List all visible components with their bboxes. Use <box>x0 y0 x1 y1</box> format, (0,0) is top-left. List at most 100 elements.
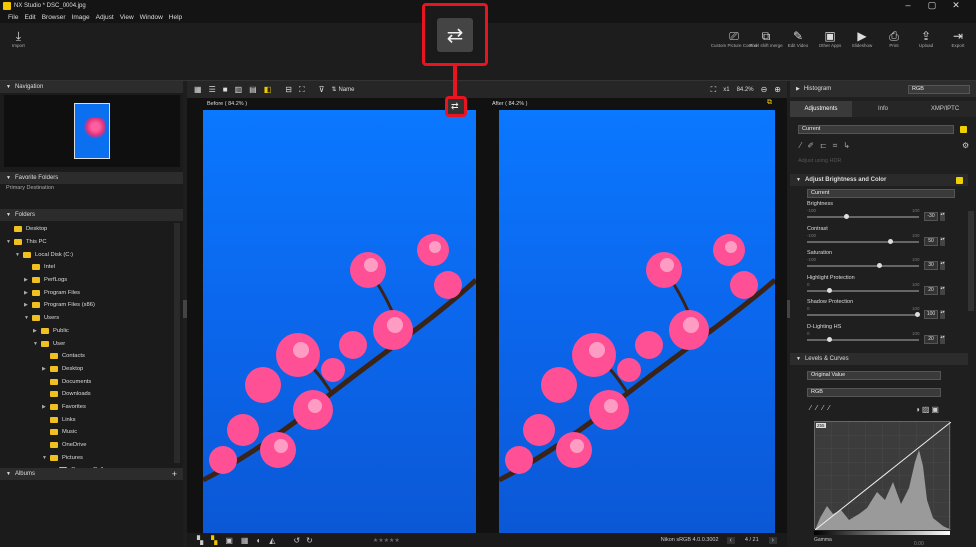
levels-curve-graph[interactable]: 255 <box>814 421 952 531</box>
sort-name[interactable]: Name <box>338 87 354 93</box>
slider-value[interactable]: -30 <box>924 212 938 221</box>
slider-knob[interactable] <box>915 312 920 317</box>
before-image[interactable] <box>203 110 476 533</box>
menu-image[interactable]: Image <box>72 14 90 21</box>
after-image[interactable] <box>499 110 775 533</box>
slider-track[interactable] <box>807 338 919 341</box>
folder-item[interactable]: Links <box>6 413 171 426</box>
expand-arrow-icon[interactable]: ▶ <box>24 290 32 296</box>
folder-item[interactable]: ▶ PerfLogs <box>6 274 171 287</box>
slider-knob[interactable] <box>887 238 893 244</box>
hdr-checkbox[interactable]: Adjust using HDR <box>798 158 841 164</box>
slider-track[interactable] <box>807 289 919 292</box>
folder-item[interactable]: ▼ Local Disk (C:) <box>6 248 171 261</box>
navigation-header[interactable]: ▼ Navigation <box>0 81 183 93</box>
folder-item[interactable]: Intel <box>6 261 171 274</box>
levels-preset-dropdown[interactable]: Original Value <box>807 371 941 380</box>
menu-adjust[interactable]: Adjust <box>96 14 114 21</box>
abc-preset-dropdown[interactable]: Current <box>807 189 955 198</box>
eyedropper-icons[interactable]: ⁄⁄⁄⁄ <box>810 405 835 412</box>
folder-item[interactable]: ▶ Public <box>6 325 171 338</box>
zoom-out-icon[interactable]: ⊖ <box>761 85 768 94</box>
slider-knob[interactable] <box>827 287 832 293</box>
primary-destination[interactable]: Primary Destination <box>6 185 54 191</box>
slider-track[interactable] <box>807 265 919 267</box>
fit-screen-icon[interactable]: ⛶ <box>711 85 717 95</box>
tab-info[interactable]: Info <box>852 101 914 117</box>
minimize-button[interactable]: – <box>896 0 920 11</box>
histogram-header[interactable]: ▶ Histogram RGB <box>790 81 976 97</box>
sort-icon[interactable]: ⇅ <box>331 86 336 93</box>
right-scrollbar[interactable] <box>968 211 974 311</box>
slider-stepper[interactable]: ▴▾ <box>940 285 945 295</box>
folder-item[interactable]: ▼ Users <box>6 312 171 325</box>
zoom-x1-button[interactable]: x1 <box>723 87 729 93</box>
toolbar-button-6[interactable]: ⇪ Upload <box>914 29 938 48</box>
folder-item[interactable]: Contacts <box>6 350 171 363</box>
levels-header[interactable]: ▼ Levels & Curves <box>790 353 968 365</box>
settings-gear-icon[interactable]: ⚙ <box>962 141 969 150</box>
left-panel-toggle[interactable] <box>183 300 187 318</box>
folder-item[interactable]: Documents <box>6 375 171 388</box>
tab-xmp[interactable]: XMP/IPTC <box>914 101 976 117</box>
menu-edit[interactable]: Edit <box>24 14 35 21</box>
navigator-thumbnail[interactable] <box>74 103 110 159</box>
folder-scrollbar[interactable] <box>174 223 180 463</box>
toolbar-button-7[interactable]: ⇥ Export <box>946 29 970 48</box>
expand-arrow-icon[interactable]: ▶ <box>24 277 32 283</box>
fit-icon[interactable]: ⛶ <box>299 85 305 95</box>
folder-item[interactable]: ▶ Desktop <box>6 363 171 376</box>
folder-item[interactable]: Downloads <box>6 388 171 401</box>
folder-item[interactable]: ▼ User <box>6 337 171 350</box>
list-view-icon[interactable]: ☰ <box>209 85 216 94</box>
add-album-icon[interactable]: + <box>172 469 177 479</box>
curve-mode-icons[interactable]: ◑▨▣ <box>915 405 941 414</box>
rotate-left-icon[interactable]: ↺ <box>293 536 300 545</box>
slider-knob[interactable] <box>876 263 882 268</box>
expand-arrow-icon[interactable]: ▼ <box>24 315 32 321</box>
slider-stepper[interactable]: ▴▾ <box>940 309 945 319</box>
histogram-icon[interactable]: ◭ <box>269 536 275 545</box>
folder-item[interactable]: ▶ Program Files <box>6 286 171 299</box>
expand-arrow-icon[interactable]: ▶ <box>33 328 41 334</box>
single-view-icon[interactable]: ■ <box>223 85 228 94</box>
zoom-in-icon[interactable]: ⊕ <box>774 85 781 94</box>
folder-item[interactable]: ▼ Pictures <box>6 451 171 464</box>
preset-dropdown[interactable]: Current <box>798 125 954 134</box>
prev-image-button[interactable]: ‹ <box>726 536 735 544</box>
slider-stepper[interactable]: ▴▾ <box>940 236 945 246</box>
abc-checkbox[interactable] <box>956 176 963 184</box>
menu-view[interactable]: View <box>120 14 134 21</box>
levels-channel-dropdown[interactable]: RGB <box>807 388 941 397</box>
menu-help[interactable]: Help <box>169 14 182 21</box>
slider-value[interactable]: 100 <box>924 310 938 319</box>
menu-file[interactable]: File <box>8 14 18 21</box>
compare-toggle-icon[interactable]: ⇄ <box>451 101 459 112</box>
favorite-folders-header[interactable]: ▼ Favorite Folders <box>0 172 183 184</box>
select-icon[interactable]: ▚ <box>197 536 203 545</box>
tab-adjustments[interactable]: Adjustments <box>790 101 852 117</box>
toolbar-button-1[interactable]: ⧉ Pixel shift merge <box>749 29 782 48</box>
toolbar-button-3[interactable]: ▣ Other Apps <box>818 29 842 48</box>
slider-value[interactable]: 50 <box>924 236 938 246</box>
folder-item[interactable]: OneDrive <box>6 439 171 452</box>
slider-track[interactable] <box>807 240 919 243</box>
folder-item[interactable]: ▼ This PC <box>6 236 171 249</box>
expand-arrow-icon[interactable]: ▼ <box>6 239 14 245</box>
folder-item[interactable]: ▶ Favorites <box>6 401 171 414</box>
toolbar-button-5[interactable]: ⎙ Print <box>882 29 906 48</box>
slider-knob[interactable] <box>827 336 832 342</box>
dual-view-icon[interactable]: ▤ <box>249 85 257 94</box>
slider-value[interactable]: 20 <box>924 334 938 344</box>
slider-stepper[interactable]: ▴▾ <box>940 211 945 221</box>
folder-item[interactable]: Desktop <box>6 223 171 236</box>
slider-stepper[interactable]: ▴▾ <box>940 334 945 344</box>
folder-item[interactable]: ▶ Program Files (x86) <box>6 299 171 312</box>
slider-knob[interactable] <box>843 214 849 219</box>
filter-icon[interactable]: ⊽ <box>319 85 325 94</box>
rating-stars[interactable]: ★★★★★ <box>373 537 400 544</box>
expand-arrow-icon[interactable]: ▶ <box>24 302 32 308</box>
grid-view-icon[interactable]: ▦ <box>194 85 202 94</box>
expand-arrow-icon[interactable]: ▼ <box>15 252 23 258</box>
focus-icon[interactable]: ◐ <box>256 536 261 545</box>
